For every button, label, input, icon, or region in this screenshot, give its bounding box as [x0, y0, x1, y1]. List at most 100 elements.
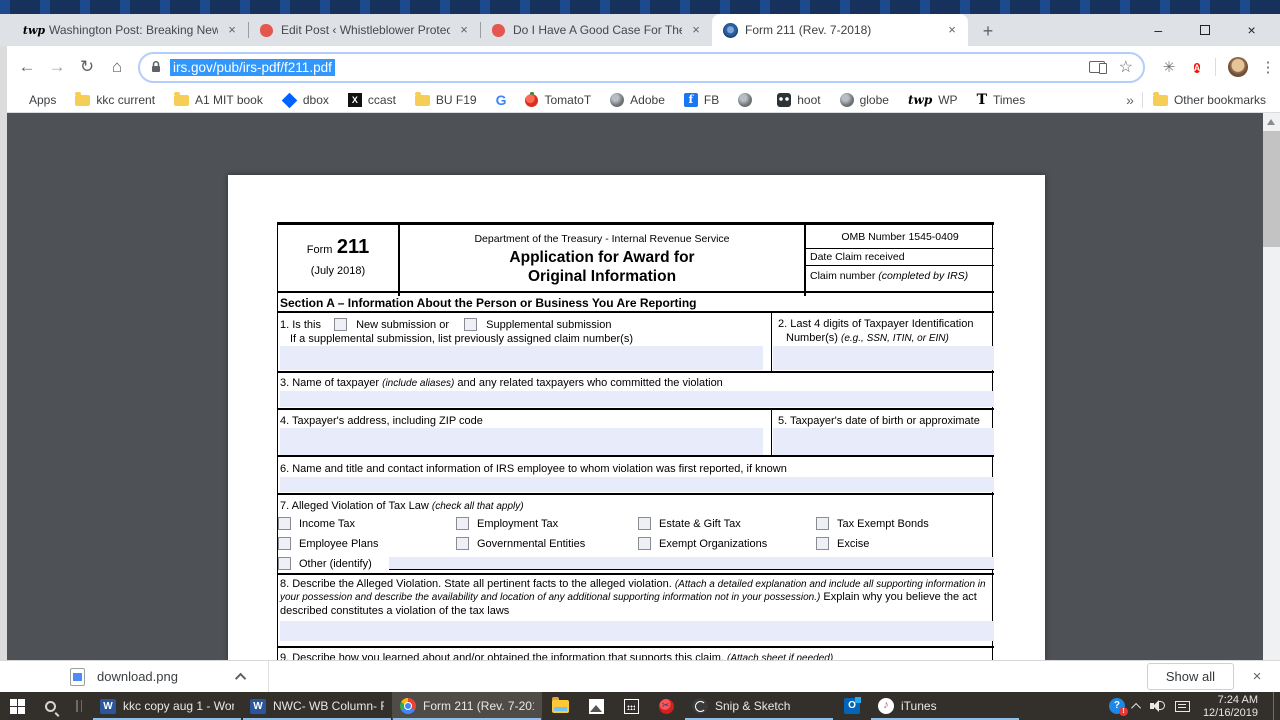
scroll-up-icon[interactable] — [1267, 119, 1275, 125]
maximize-button[interactable] — [1200, 25, 1210, 35]
tab-washington-post[interactable]: twp Washington Post: Breaking News × — [16, 14, 248, 46]
q9-label: 9. Describe how you learned about and/or… — [280, 652, 833, 660]
forward-icon[interactable]: → — [42, 57, 72, 77]
q6-input-field[interactable] — [280, 477, 994, 492]
scrollbar-thumb[interactable] — [1263, 131, 1280, 247]
itunes-icon: ♪ — [878, 698, 894, 714]
taskbar-chrome-active[interactable]: Form 211 (Rev. 7-201... — [392, 692, 542, 720]
close-button[interactable]: × — [1237, 22, 1267, 38]
bookmark-ccast[interactable]: X ccast — [348, 93, 396, 107]
tax-exempt-bonds-checkbox[interactable] — [816, 517, 829, 530]
bookmark-hoot[interactable]: hoot — [777, 93, 820, 107]
bookmarks-overflow-icon[interactable]: » — [1126, 92, 1134, 108]
tab-close-icon[interactable]: × — [224, 22, 240, 38]
speaker-icon[interactable] — [1150, 700, 1166, 712]
tab-edit-post[interactable]: Edit Post ‹ Whistleblower Protecti × — [248, 14, 480, 46]
other-identify-input-field[interactable] — [389, 557, 994, 570]
bookmark-google[interactable]: G — [496, 92, 507, 108]
download-chevron-icon[interactable] — [235, 672, 246, 683]
download-filename[interactable]: download.png — [97, 669, 178, 684]
snipping-tool-button[interactable] — [649, 692, 684, 720]
google-g-icon: G — [496, 92, 507, 108]
other-bookmarks-button[interactable]: Other bookmarks — [1153, 93, 1266, 107]
governmental-entities-checkbox[interactable] — [456, 537, 469, 550]
q1-input-field[interactable] — [280, 346, 763, 370]
bookmark-star-icon[interactable]: ☆ — [1119, 57, 1133, 77]
bookmark-adobe[interactable]: Adobe — [610, 93, 665, 107]
send-to-devices-icon[interactable] — [1089, 61, 1105, 73]
q3-input-field[interactable] — [280, 391, 994, 407]
windows-logo-icon — [10, 699, 25, 714]
q4-input-field[interactable] — [280, 428, 763, 455]
bookmark-times[interactable]: T Times — [977, 92, 1026, 108]
tab-close-icon[interactable]: × — [688, 22, 704, 38]
taskbar-clock[interactable]: 7:24 AM 12/16/2019 — [1199, 693, 1264, 720]
tab-strip: twp Washington Post: Breaking News × Edi… — [0, 14, 1280, 46]
toolbar-divider — [1215, 58, 1216, 76]
file-explorer-button[interactable] — [542, 692, 579, 720]
bookmark-globe[interactable]: globe — [840, 93, 889, 107]
taskbar-itunes[interactable]: ♪ iTunes — [870, 692, 1020, 720]
bookmark-tomatot[interactable]: TomatoT — [525, 93, 591, 107]
taskbar-word-2[interactable]: W NWC- WB Column- R... — [242, 692, 392, 720]
browser-theme-strip — [0, 0, 1280, 14]
violation-option: Tax Exempt Bonds — [816, 517, 929, 530]
tab-good-case[interactable]: Do I Have A Good Case For The I × — [480, 14, 712, 46]
income-tax-checkbox[interactable] — [278, 517, 291, 530]
back-icon[interactable]: ← — [12, 57, 42, 77]
calendar-button[interactable] — [614, 692, 649, 720]
bookmark-unlabeled[interactable] — [738, 93, 758, 107]
q8-input-field[interactable] — [280, 621, 994, 641]
estate-gift-tax-checkbox[interactable] — [638, 517, 651, 530]
search-button[interactable] — [35, 692, 66, 720]
taskbar-word-1[interactable]: W kkc copy aug 1 - Word — [92, 692, 242, 720]
tab-form-211-active[interactable]: Form 211 (Rev. 7-2018) × — [712, 14, 968, 46]
outlook-button[interactable]: O — [834, 692, 870, 720]
home-icon[interactable]: ⌂ — [102, 57, 132, 77]
task-view-icon[interactable] — [66, 692, 92, 720]
screen: twp Washington Post: Breaking News × Edi… — [0, 0, 1280, 720]
tray-chevron-icon[interactable] — [1131, 702, 1141, 712]
show-all-button[interactable]: Show all — [1147, 663, 1234, 690]
extension-pinwheel-icon[interactable]: ✳ — [1155, 58, 1183, 76]
excise-checkbox[interactable] — [816, 537, 829, 550]
url-text-selected[interactable]: irs.gov/pub/irs-pdf/f211.pdf — [170, 59, 335, 76]
tab-close-icon[interactable]: × — [944, 22, 960, 38]
bookmark-folder-a1-mit-book[interactable]: A1 MIT book — [174, 93, 263, 107]
adobe-acrobat-extension-icon[interactable]: A — [1183, 58, 1211, 76]
start-button[interactable] — [0, 692, 35, 720]
reload-icon[interactable]: ↻ — [72, 57, 102, 77]
chrome-menu-icon[interactable]: ⋮ — [1256, 58, 1280, 76]
tab-close-icon[interactable]: × — [456, 22, 472, 38]
profile-avatar[interactable] — [1228, 57, 1248, 77]
bookmark-dbox[interactable]: dbox — [282, 93, 329, 108]
other-checkbox[interactable] — [278, 557, 291, 570]
supplemental-submission-checkbox[interactable] — [464, 318, 477, 331]
bookmark-wp[interactable]: twp WP — [908, 93, 958, 107]
employment-tax-checkbox[interactable] — [456, 517, 469, 530]
exempt-organizations-checkbox[interactable] — [638, 537, 651, 550]
date-claim-received: Date Claim received — [806, 249, 994, 266]
new-submission-checkbox[interactable] — [334, 318, 347, 331]
bookmark-folder-kkc-current[interactable]: kkc current — [75, 93, 155, 107]
show-desktop-button[interactable] — [1273, 692, 1278, 720]
taskbar-snip-sketch[interactable]: Snip & Sketch — [684, 692, 834, 720]
photos-button[interactable] — [579, 692, 614, 720]
new-tab-button[interactable]: + — [974, 18, 1002, 46]
network-icon[interactable] — [1175, 701, 1190, 712]
download-bar-close-icon[interactable]: × — [1242, 668, 1272, 685]
employee-plans-checkbox[interactable] — [278, 537, 291, 550]
section-a-header: Section A – Information About the Person… — [278, 293, 994, 313]
scrollbar[interactable] — [1263, 113, 1280, 660]
q2-input-field[interactable] — [773, 346, 994, 370]
form-row-6: 6. Name and title and contact informatio… — [278, 457, 994, 495]
minimize-button[interactable]: – — [1143, 22, 1173, 38]
get-help-icon[interactable]: ? — [1109, 698, 1125, 714]
q5-input-field[interactable] — [773, 428, 994, 455]
bookmark-apps[interactable]: Apps — [10, 93, 56, 107]
red-favicon-icon — [260, 24, 273, 37]
violation-option: Employee Plans — [278, 537, 379, 550]
address-bar[interactable]: irs.gov/pub/irs-pdf/f211.pdf ☆ — [138, 52, 1145, 83]
bookmark-fb[interactable]: f FB — [684, 93, 719, 107]
bookmark-folder-bu-f19[interactable]: BU F19 — [415, 93, 477, 107]
